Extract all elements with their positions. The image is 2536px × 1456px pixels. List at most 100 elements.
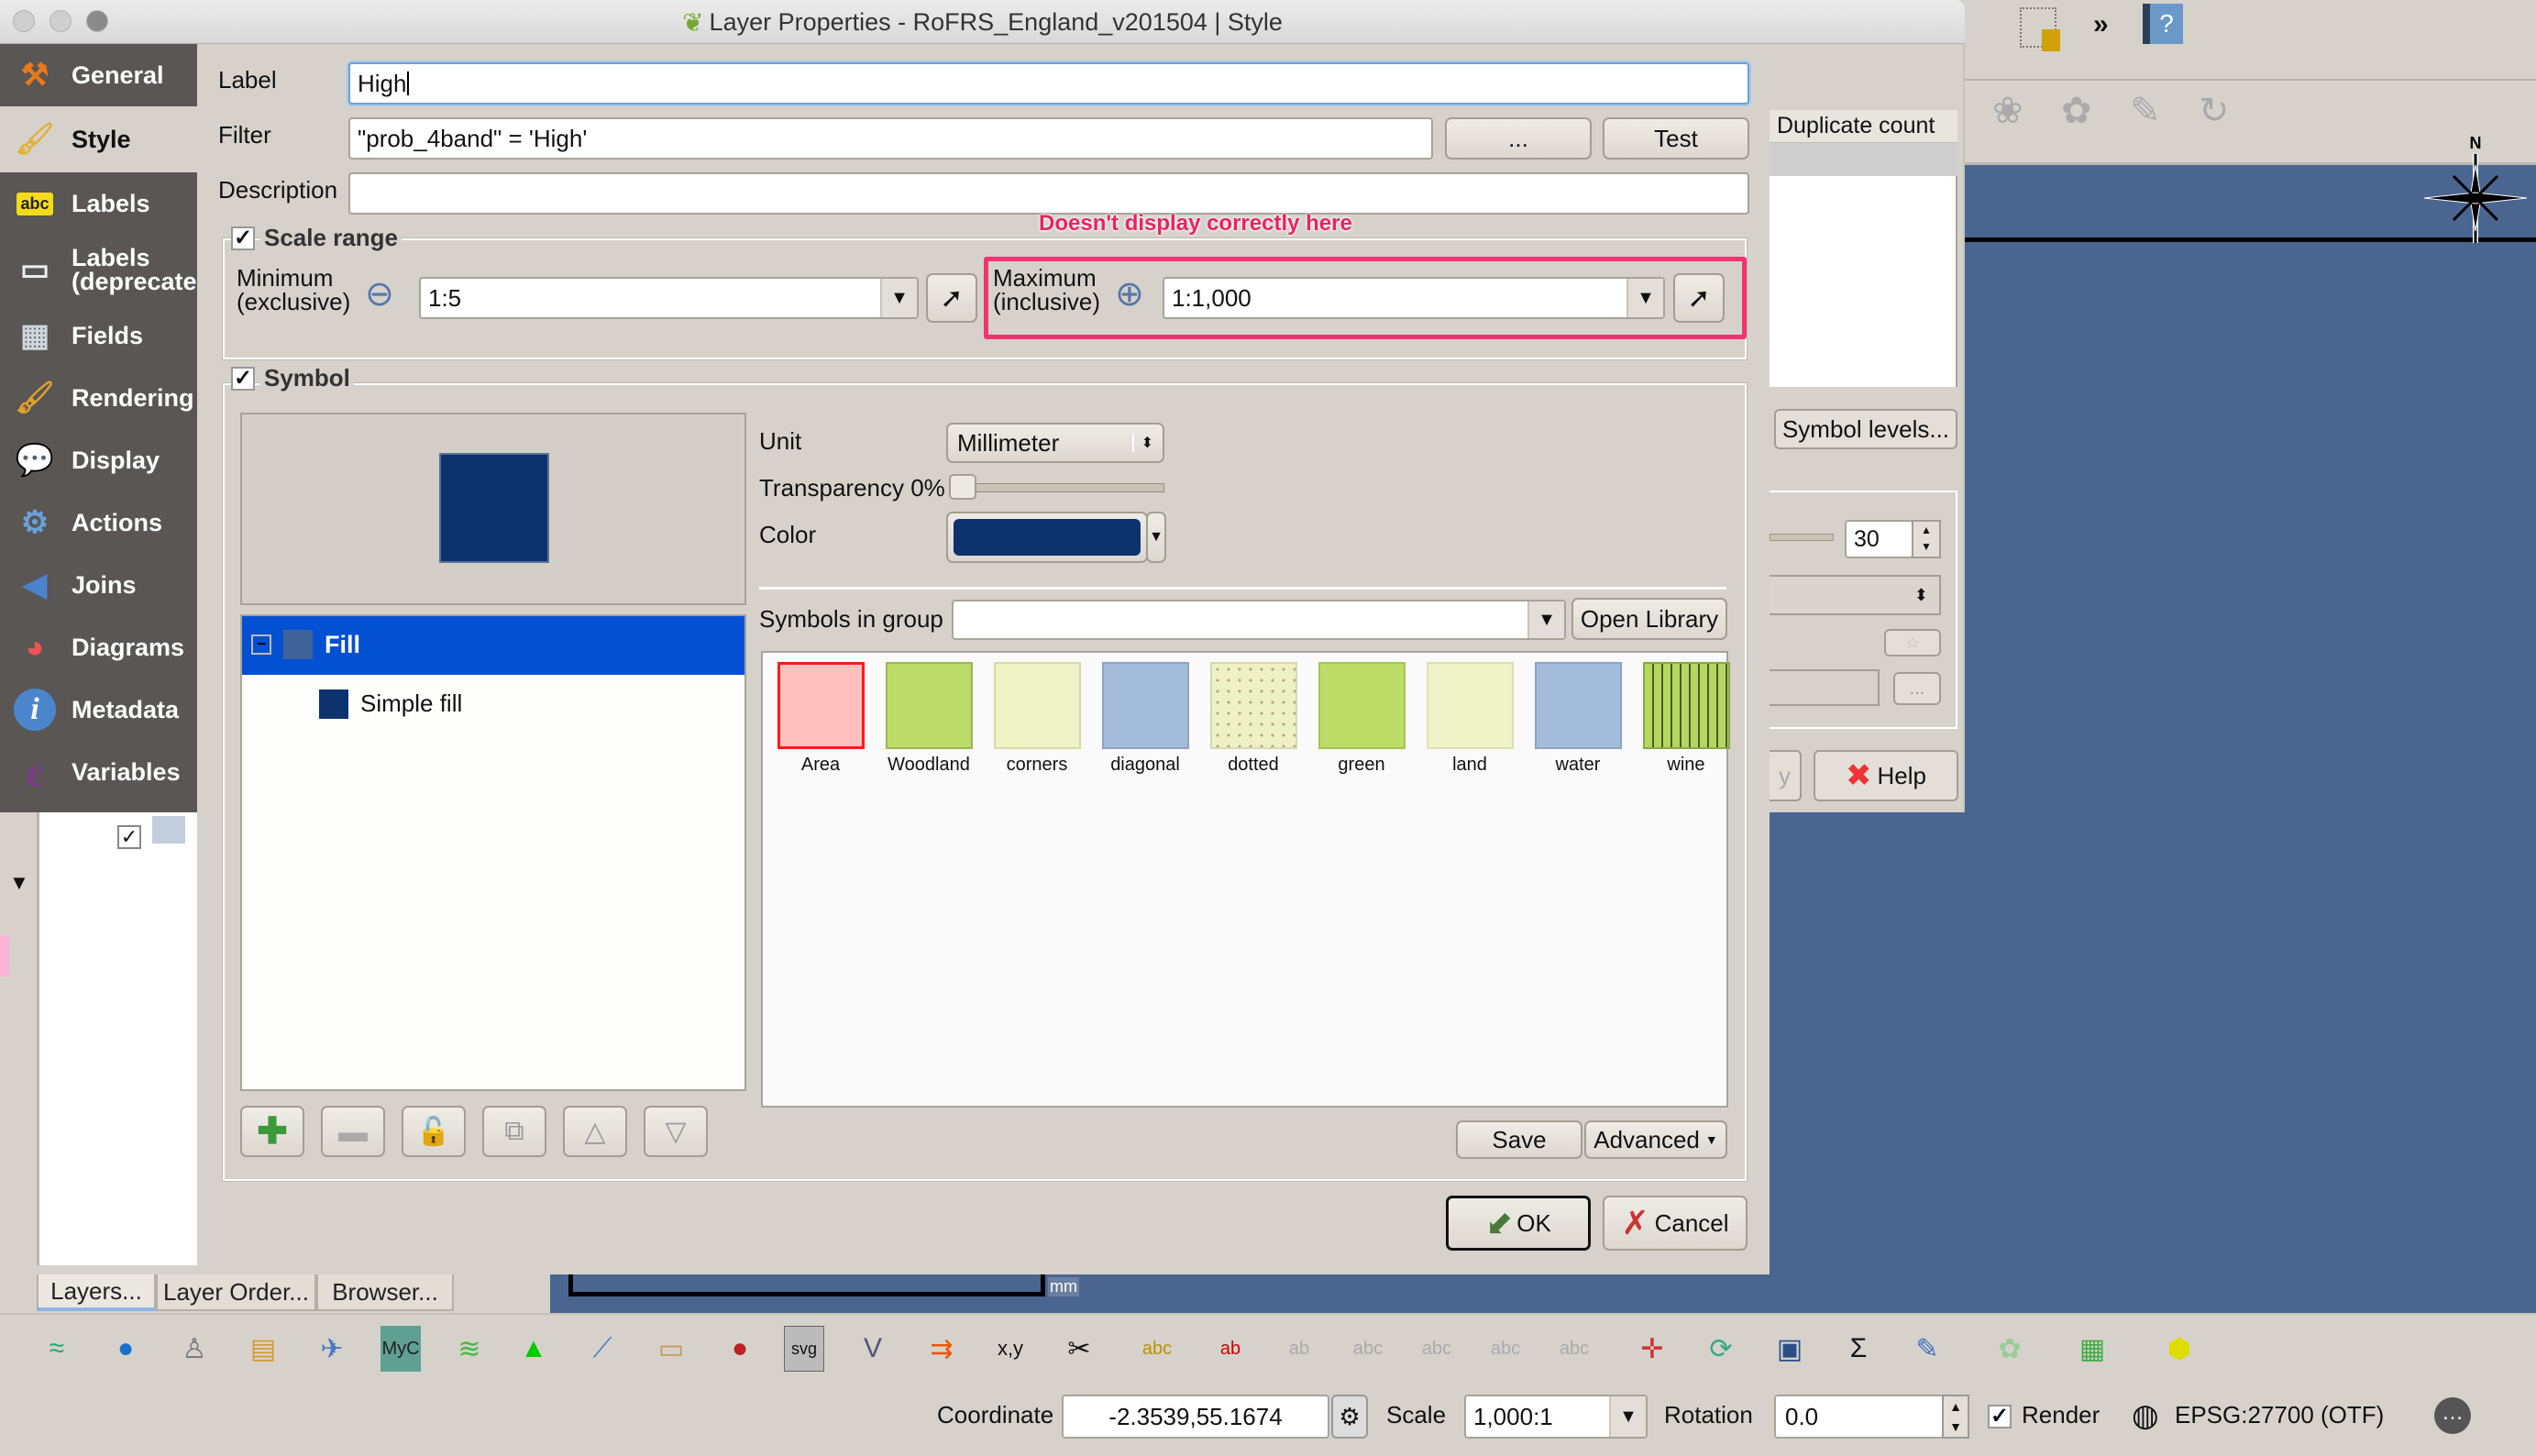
add-layer-button[interactable]: ✚ [240,1106,304,1157]
duplicate-layer-button[interactable]: ⧉ [482,1106,546,1157]
statistics-icon[interactable]: Σ [1838,1326,1879,1372]
profile-tool-icon[interactable]: ⟋ [582,1326,623,1372]
tree-item-fill[interactable]: − Fill [242,616,744,675]
layer-visibility-checkbox[interactable]: ✓ [117,825,141,849]
cancel-button[interactable]: ✗ Cancel [1603,1196,1748,1251]
transparency-slider-track[interactable] [954,483,1164,492]
toolbar-overflow-button[interactable]: » [2093,9,2109,40]
digitize-icon[interactable]: ❀ [1992,90,2023,132]
spinner-arrows-icon[interactable]: ▲ ▼ [1912,520,1941,558]
symbol-library-item[interactable]: corners [991,662,1083,776]
rotate-label-icon[interactable]: abc [1417,1326,1457,1372]
map-plugin-icon[interactable]: ✿ [1990,1326,2030,1372]
open-library-button[interactable]: Open Library [1571,598,1727,640]
sidebar-item-fields[interactable]: ▦ Fields [0,304,197,367]
sidebar-item-diagrams[interactable]: ◕ Diagrams [0,616,197,678]
traffic-light-icon[interactable]: ⬢ [2159,1326,2200,1372]
spline-icon[interactable]: ≈ [37,1326,77,1372]
favorite-star-icon[interactable]: ☆ [1884,629,1941,656]
collapse-arrow-icon[interactable]: ▼ [9,871,29,895]
pin-icon[interactable]: ● [720,1326,760,1372]
crs-globe-icon[interactable]: ◍ [2132,1397,2159,1434]
tab-layer-order[interactable]: Layer Order... [156,1274,316,1311]
rotate-icon[interactable]: ↻ [2199,90,2230,132]
render-checkbox[interactable]: ✓ [1988,1405,2012,1428]
apply-button[interactable]: y [1770,750,1802,801]
description-input[interactable] [348,172,1749,215]
messages-icon[interactable]: … [2434,1397,2471,1434]
move-up-button[interactable]: △ [563,1106,627,1157]
symbol-library-item[interactable]: diagonal [1099,662,1191,776]
rendering-order-field[interactable] [1770,669,1880,706]
pin-labels-icon[interactable]: ab [1210,1326,1251,1372]
flow-arrows-icon[interactable]: ⇉ [921,1326,962,1372]
transparency-slider-handle[interactable] [949,474,976,500]
symbol-library-item[interactable]: Woodland [883,662,975,776]
coordinate-field[interactable]: -2.3539,55.1674 [1062,1395,1329,1439]
svg-icon[interactable]: svg [784,1326,824,1372]
sidebar-item-general[interactable]: ⚒ General [0,44,197,106]
refresh-table-icon[interactable]: ⟳ [1701,1326,1741,1372]
chevron-down-icon[interactable]: ▼ [880,279,917,317]
symbol-library-item[interactable]: Area [775,662,866,776]
image-icon[interactable]: ▣ [1770,1326,1810,1372]
symbol-library-item[interactable]: water [1532,662,1624,776]
symbol-library-item[interactable]: green [1316,662,1407,776]
import-folder-icon[interactable]: ▤ [243,1326,283,1372]
sidebar-item-joins[interactable]: ◀ Joins [0,554,197,616]
move-label-icon[interactable]: abc [1348,1326,1388,1372]
tab-browser[interactable]: Browser... [316,1274,454,1311]
crosshair-icon[interactable]: ✛ [1632,1326,1672,1372]
save-symbol-button[interactable]: Save [1456,1120,1582,1159]
help-context-icon[interactable]: ? [2143,4,2183,44]
symbols-group-combo[interactable]: ▼ [952,600,1566,640]
rules-table[interactable] [1770,176,1957,387]
expression-builder-button[interactable]: ... [1445,117,1592,160]
tree-item-simple-fill[interactable]: Simple fill [360,689,462,718]
symbol-library-item[interactable]: land [1424,662,1516,776]
rotation-field[interactable]: 0.0 [1774,1395,1953,1439]
help-button[interactable]: ✖ Help [1814,750,1958,801]
minimum-scale-combo[interactable]: 1:5 ▼ [419,277,919,319]
edit-label-icon[interactable]: abc [1554,1326,1594,1372]
scale-range-checkbox[interactable]: ✓ [231,226,255,250]
chevron-down-icon[interactable]: ▼ [1609,1396,1646,1437]
xy-coordinate-icon[interactable]: x,y [990,1326,1031,1372]
set-current-scale-min-button[interactable]: ➚ [926,273,977,323]
select-feature-icon[interactable] [2020,7,2060,51]
filter-input[interactable]: "prob_4band" = 'High' [348,117,1433,160]
feature-blending-mode-combo[interactable]: ⬍ [1770,575,1941,615]
terrain-icon[interactable]: ▲ [513,1326,554,1372]
test-button[interactable]: Test [1603,117,1749,160]
rendering-order-button[interactable]: ... [1893,672,1941,705]
globe-icon[interactable]: ● [105,1326,146,1372]
node-tool-icon[interactable]: ✎ [2130,90,2161,132]
sidebar-item-rendering[interactable]: 🖌 Rendering [0,367,197,429]
edit-form-icon[interactable]: ✎ [1907,1326,1947,1372]
layers-stack-icon[interactable]: ≋ [449,1326,490,1372]
symbol-library-item[interactable]: wine [1640,662,1732,776]
scale-combo[interactable]: 1,000:1 ▼ [1464,1395,1648,1439]
label-input[interactable]: High [348,62,1749,105]
symbol-checkbox[interactable]: ✓ [231,367,255,391]
sidebar-item-display[interactable]: 💬 Display [0,429,197,491]
collapse-icon[interactable]: − [251,634,271,655]
reshape-icon[interactable]: ✿ [2061,90,2092,132]
rules-table-row[interactable] [1770,143,1957,176]
move-down-button[interactable]: ▽ [644,1106,708,1157]
sidebar-item-variables[interactable]: ε Variables [0,741,197,803]
symbol-levels-button[interactable]: Symbol levels... [1774,409,1957,449]
tab-layers[interactable]: Layers... [37,1274,156,1311]
advanced-button[interactable]: Advanced ▼ [1584,1120,1727,1159]
change-label-icon[interactable]: abc [1485,1326,1526,1372]
symbol-layer-tree[interactable] [240,614,746,1091]
rotation-spinner[interactable]: ▲ ▼ [1942,1395,1969,1439]
show-hide-labels-icon[interactable]: ab [1279,1326,1319,1372]
label-tool-icon[interactable]: abc [1137,1326,1177,1372]
toggle-extents-icon[interactable]: ⚙ [1331,1395,1368,1439]
layer-transparency-spinbox[interactable]: 30 [1845,520,1913,558]
tools-icon[interactable]: ✂ [1059,1326,1099,1372]
symbol-library-item[interactable]: dotted [1207,662,1299,776]
unit-combo[interactable]: Millimeter ⬍ [946,423,1164,463]
sidebar-item-labels-deprecated[interactable]: ▭ Labels (deprecated) [0,235,220,304]
